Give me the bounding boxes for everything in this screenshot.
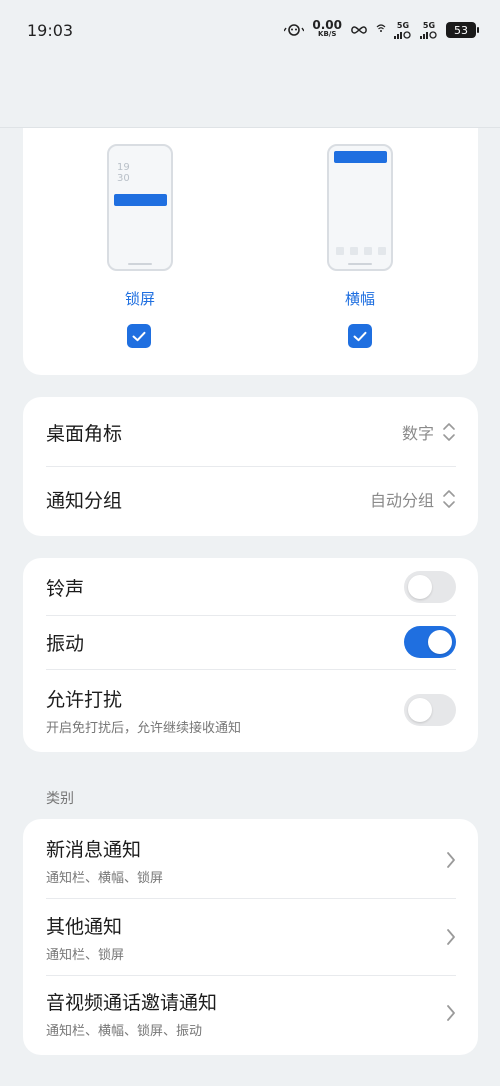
- signal-icon: [420, 31, 437, 39]
- status-bar: 19:03 0.00 KB/S 5G 5G 53: [0, 0, 500, 60]
- banner-label: 横幅: [344, 290, 375, 308]
- group-title: 通知分组: [46, 489, 123, 512]
- notification-style-card: 19 30 锁屏 横幅: [23, 128, 478, 375]
- dnd-title: 允许打扰: [46, 688, 123, 711]
- badge-title: 桌面角标: [46, 422, 123, 445]
- lockscreen-checkbox[interactable]: [127, 324, 151, 348]
- category-item-subtitle: 通知栏、锁屏: [46, 947, 125, 963]
- category-section-label: 类别: [46, 791, 74, 807]
- banner-preview[interactable]: [327, 144, 393, 271]
- infinity-icon: [351, 26, 367, 34]
- ringtone-row[interactable]: 铃声: [46, 571, 456, 603]
- ringtone-title: 铃声: [46, 577, 85, 600]
- category-item-title: 新消息通知: [46, 838, 142, 861]
- vibrate-title: 振动: [46, 632, 85, 655]
- status-icons: 0.00 KB/S 5G 5G 53: [284, 18, 479, 39]
- up-down-chevron-icon: [443, 423, 455, 441]
- chevron-right-icon: [447, 852, 455, 868]
- battery-icon: 53: [446, 22, 479, 38]
- badge-group-card: 桌面角标 数字 通知分组 自动分组: [23, 397, 478, 536]
- banner-notification-bar: [334, 151, 387, 163]
- dnd-toggle[interactable]: [404, 694, 456, 726]
- divider: [46, 669, 456, 670]
- speed-unit: KB/S: [318, 30, 337, 38]
- app-notification-icon: [284, 24, 305, 36]
- category-item-subtitle: 通知栏、横幅、锁屏、振动: [46, 1023, 203, 1039]
- dock-icons: [336, 247, 386, 255]
- category-card: 新消息通知 通知栏、横幅、锁屏 其他通知 通知栏、锁屏 音视频通话邀请通知 通知…: [23, 819, 478, 1055]
- lock-clock: 19 30: [117, 162, 130, 184]
- category-item-title: 音视频通话邀请通知: [46, 991, 218, 1014]
- divider: [46, 975, 456, 976]
- lockscreen-preview[interactable]: 19 30: [107, 144, 173, 271]
- sim1-label: 5G: [396, 21, 410, 30]
- group-value: 自动分组: [369, 491, 434, 510]
- speed-value: 0.00: [312, 18, 342, 32]
- vibrate-toggle[interactable]: [404, 626, 456, 658]
- battery-level: 53: [454, 23, 468, 37]
- ringtone-toggle[interactable]: [404, 571, 456, 603]
- badge-value: 数字: [401, 424, 434, 443]
- checkmark-icon: [353, 331, 367, 341]
- network-speed: 0.00 KB/S: [312, 18, 342, 39]
- sim2-signal: 5G: [420, 21, 438, 39]
- banner-checkbox[interactable]: [348, 324, 372, 348]
- badge-value-select[interactable]: 数字: [402, 420, 456, 444]
- status-time: 19:03: [27, 20, 74, 40]
- header-area: [0, 60, 500, 128]
- dnd-text: 允许打扰 开启免打扰后，允许继续接收通知: [46, 685, 241, 736]
- sim1-signal: 5G: [394, 21, 412, 39]
- dnd-subtitle: 开启免打扰后，允许继续接收通知: [46, 720, 242, 736]
- badge-row[interactable]: 桌面角标 数字: [46, 417, 456, 447]
- category-item[interactable]: 新消息通知 通知栏、横幅、锁屏: [46, 835, 456, 886]
- up-down-chevron-icon: [443, 490, 455, 508]
- dnd-row[interactable]: 允许打扰 开启免打扰后，允许继续接收通知: [46, 682, 456, 738]
- signal-icon: [394, 31, 411, 39]
- group-value-select[interactable]: 自动分组: [370, 487, 456, 511]
- divider: [46, 615, 456, 616]
- home-indicator: [128, 263, 152, 265]
- vibrate-row[interactable]: 振动: [46, 626, 456, 658]
- category-item-title: 其他通知: [46, 915, 123, 938]
- category-item[interactable]: 其他通知 通知栏、锁屏: [46, 912, 456, 963]
- lock-notification-bar: [114, 194, 167, 206]
- divider: [46, 898, 456, 899]
- lockscreen-label: 锁屏: [124, 290, 155, 308]
- wifi-icon: [376, 24, 386, 32]
- category-item-subtitle: 通知栏、横幅、锁屏: [46, 870, 164, 886]
- group-row[interactable]: 通知分组 自动分组: [46, 484, 456, 514]
- chevron-right-icon: [447, 929, 455, 945]
- home-indicator: [348, 263, 372, 265]
- chevron-right-icon: [447, 1005, 455, 1021]
- divider: [46, 466, 456, 467]
- checkmark-icon: [132, 331, 146, 341]
- category-item[interactable]: 音视频通话邀请通知 通知栏、横幅、锁屏、振动: [46, 988, 456, 1039]
- sim2-label: 5G: [422, 21, 436, 30]
- sound-toggles-card: 铃声 振动 允许打扰 开启免打扰后，允许继续接收通知: [23, 558, 478, 752]
